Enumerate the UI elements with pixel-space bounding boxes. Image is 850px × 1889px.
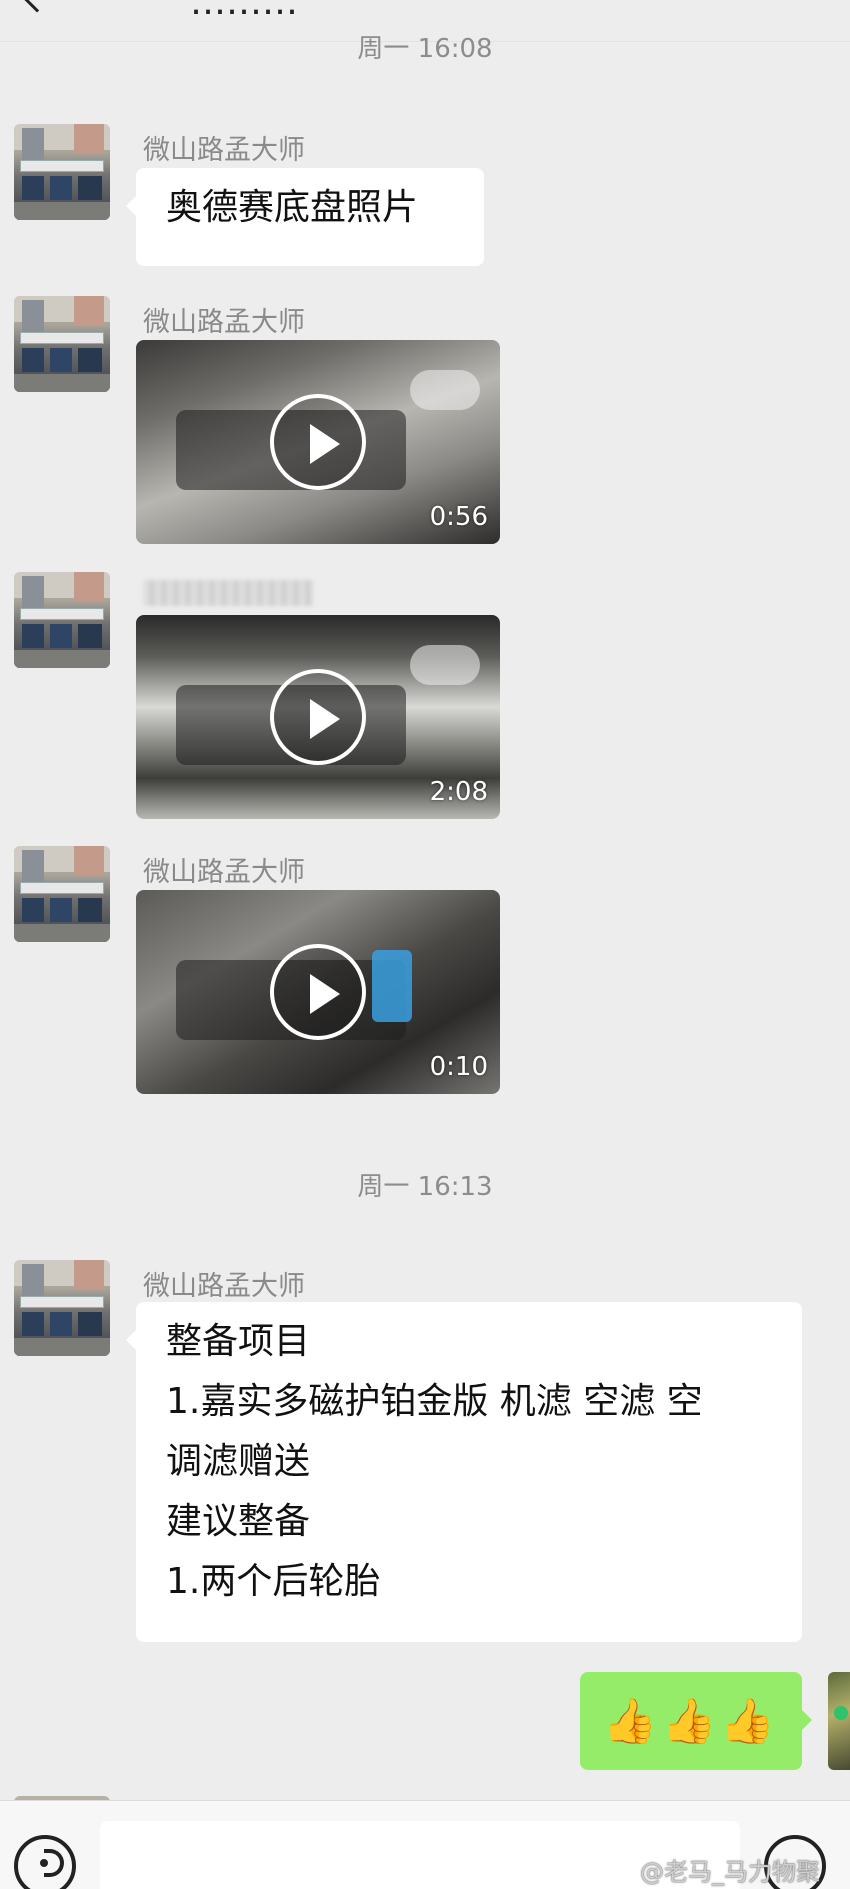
message-line: 1.两个后轮胎: [166, 1561, 381, 1602]
video-message[interactable]: 0:56: [136, 340, 500, 544]
thumbs-up-emoji: 👍👍👍: [602, 1696, 780, 1747]
avatar[interactable]: [14, 1260, 110, 1356]
avatar[interactable]: [14, 296, 110, 392]
message-line: 调滤赠送: [166, 1441, 311, 1482]
avatar[interactable]: [14, 124, 110, 220]
text-message-bubble[interactable]: 奥德赛底盘照片: [126, 168, 484, 266]
message-line: 1.嘉实多磁护铂金版 机滤 空滤 空: [166, 1381, 703, 1422]
video-message[interactable]: 2:08: [136, 615, 500, 819]
self-avatar[interactable]: [828, 1672, 850, 1770]
chevron-left-icon[interactable]: [21, 0, 53, 13]
message-line: 建议整备: [166, 1501, 311, 1542]
sender-name: 微山路孟大师: [143, 307, 305, 338]
sender-name: 微山路孟大师: [143, 857, 305, 888]
avatar[interactable]: [14, 572, 110, 668]
video-message[interactable]: 0:10: [136, 890, 500, 1094]
timestamp: 周一 16:13: [357, 1172, 493, 1202]
sender-name-blurred: [143, 580, 313, 606]
message-line: 整备项目: [166, 1321, 311, 1362]
video-duration: 0:10: [429, 1052, 488, 1082]
play-icon[interactable]: [270, 944, 366, 1040]
message-text: 奥德赛底盘照片: [166, 187, 419, 228]
text-message-bubble[interactable]: 整备项目 1.嘉实多磁护铂金版 机滤 空滤 空 调滤赠送 建议整备 1.两个后轮…: [126, 1302, 802, 1642]
timestamp: 周一 16:08: [357, 34, 493, 64]
video-duration: 0:56: [429, 502, 488, 532]
avatar[interactable]: [14, 846, 110, 942]
sender-name: 微山路孟大师: [143, 135, 305, 166]
play-icon[interactable]: [270, 394, 366, 490]
watermark: @老马_马力物聚: [640, 1858, 820, 1886]
voice-icon[interactable]: [14, 1835, 76, 1889]
video-duration: 2:08: [429, 777, 488, 807]
sender-name: 微山路孟大师: [143, 1271, 305, 1302]
play-icon[interactable]: [270, 669, 366, 765]
chat-title: ………: [190, 0, 298, 23]
outgoing-message-bubble[interactable]: 👍👍👍: [580, 1672, 812, 1770]
